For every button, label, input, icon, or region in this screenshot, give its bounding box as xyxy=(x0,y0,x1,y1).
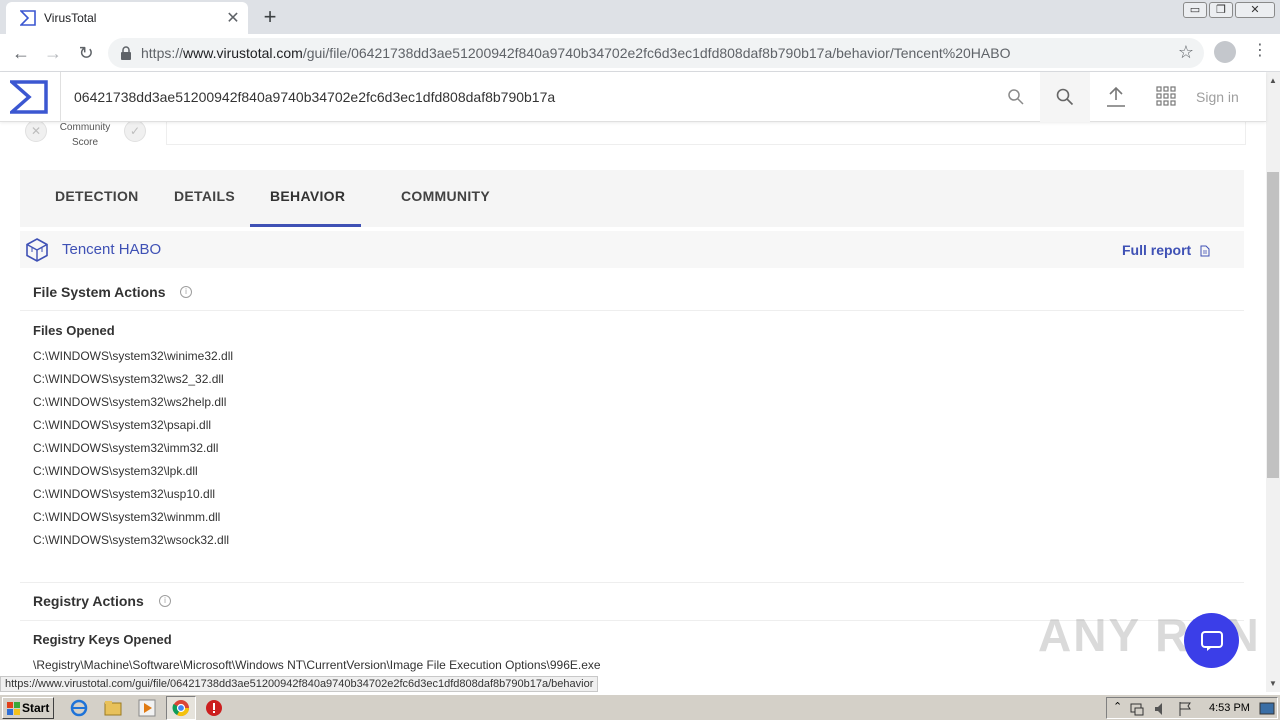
sandbox-name[interactable]: Tencent HABO xyxy=(62,241,161,258)
browser-toolbar: ← → ↻ https://www.virustotal.com/gui/fil… xyxy=(0,34,1280,72)
sign-in-link[interactable]: Sign in xyxy=(1196,89,1239,105)
start-button[interactable]: Start xyxy=(2,697,54,719)
search-icon xyxy=(1056,88,1074,106)
list-item: C:\WINDOWS\system32\wsock32.dll xyxy=(33,533,230,547)
upload-icon[interactable] xyxy=(1104,86,1128,108)
address-bar[interactable]: https://www.virustotal.com/gui/file/0642… xyxy=(108,38,1204,68)
chat-icon xyxy=(1201,631,1223,651)
scroll-up-arrow-icon[interactable]: ▲ xyxy=(1266,74,1280,88)
scrollbar-thumb[interactable] xyxy=(1267,172,1279,478)
registry-keys-opened-title: Registry Keys Opened xyxy=(33,632,172,647)
list-item: C:\WINDOWS\system32\imm32.dll xyxy=(33,441,219,455)
restore-button[interactable]: ❐ xyxy=(1209,2,1233,18)
tab-behavior[interactable]: BEHAVIOR xyxy=(270,188,345,204)
list-item: C:\WINDOWS\system32\lpk.dll xyxy=(33,464,198,478)
internet-explorer-icon[interactable] xyxy=(70,699,88,717)
list-item: \Registry\Machine\Software\Microsoft\Win… xyxy=(33,658,601,672)
virustotal-logo[interactable] xyxy=(10,78,48,116)
folder-icon[interactable] xyxy=(104,699,122,717)
list-item: C:\WINDOWS\system32\psapi.dll xyxy=(33,418,212,432)
back-button[interactable]: ← xyxy=(8,40,34,66)
stop-sign-icon[interactable] xyxy=(205,699,223,717)
info-icon[interactable]: i xyxy=(159,595,171,607)
search-icon[interactable] xyxy=(1007,88,1025,106)
start-label: Start xyxy=(22,701,50,715)
list-item: C:\WINDOWS\system32\winmm.dll xyxy=(33,510,221,524)
show-desktop-icon[interactable] xyxy=(1259,701,1275,717)
search-button[interactable] xyxy=(1040,72,1090,122)
link-status-bar: https://www.virustotal.com/gui/file/0642… xyxy=(0,676,599,692)
tab-close-icon[interactable]: ✕ xyxy=(224,8,242,28)
registry-actions-title: Registry Actions xyxy=(33,593,144,609)
reload-button[interactable]: ↻ xyxy=(73,40,99,66)
community-score-label: Community Score xyxy=(59,122,111,148)
divider xyxy=(20,310,1244,311)
flag-icon[interactable] xyxy=(1177,701,1193,717)
vt-header: 06421738dd3ae51200942f840a9740b34702e2fc… xyxy=(0,72,1266,122)
windows-taskbar: Start ⌃ 4:53 PM xyxy=(0,694,1280,720)
new-tab-button[interactable]: + xyxy=(258,4,282,30)
summary-card-edge xyxy=(166,122,1246,145)
browser-tab[interactable]: VirusTotal ✕ xyxy=(6,2,248,34)
tab-detection[interactable]: DETECTION xyxy=(55,188,139,204)
sandbox-cube-icon xyxy=(26,238,48,262)
system-tray: ⌃ 4:53 PM xyxy=(1106,697,1278,719)
active-tab-indicator xyxy=(250,224,361,227)
scroll-down-arrow-icon[interactable]: ▼ xyxy=(1266,677,1280,691)
vote-up-icon[interactable]: ✓ xyxy=(124,120,146,142)
virustotal-favicon xyxy=(20,10,36,26)
browser-menu-icon[interactable]: ⋮ xyxy=(1252,40,1268,60)
tab-details[interactable]: DETAILS xyxy=(174,188,235,204)
window-close-button[interactable]: ✕ xyxy=(1235,2,1275,18)
list-item: C:\WINDOWS\system32\usp10.dll xyxy=(33,487,216,501)
report-tabs: DETECTION DETAILS BEHAVIOR COMMUNITY xyxy=(20,170,1244,227)
tray-expand-icon[interactable]: ⌃ xyxy=(1113,700,1122,713)
files-opened-title: Files Opened xyxy=(33,323,115,338)
taskbar-chrome-button[interactable] xyxy=(166,696,196,720)
header-divider xyxy=(60,72,61,122)
url-text[interactable]: https://www.virustotal.com/gui/file/0642… xyxy=(141,45,1010,61)
minimize-button[interactable]: ▭ xyxy=(1183,2,1207,18)
browser-tab-strip: VirusTotal ✕ + ▭ ❐ ✕ xyxy=(0,0,1280,34)
windows-flag-icon xyxy=(7,702,20,715)
info-icon[interactable]: i xyxy=(180,286,192,298)
apps-grid-icon[interactable] xyxy=(1156,86,1176,106)
chat-button[interactable] xyxy=(1184,613,1239,668)
search-input[interactable]: 06421738dd3ae51200942f840a9740b34702e2fc… xyxy=(74,89,555,105)
full-report-link[interactable]: Full report xyxy=(1122,242,1191,258)
file-system-actions-title: File System Actions xyxy=(33,284,166,300)
sandbox-row: Tencent HABO Full report xyxy=(20,231,1244,268)
forward-button[interactable]: → xyxy=(40,40,66,66)
list-item: C:\WINDOWS\system32\ws2_32.dll xyxy=(33,372,224,386)
report-document-icon[interactable] xyxy=(1200,245,1210,257)
chrome-icon xyxy=(172,700,190,717)
bookmark-star-icon[interactable]: ☆ xyxy=(1178,42,1194,63)
tab-community[interactable]: COMMUNITY xyxy=(401,188,490,204)
media-player-icon[interactable] xyxy=(138,699,156,717)
list-item: C:\WINDOWS\system32\ws2help.dll xyxy=(33,395,227,409)
lock-icon xyxy=(121,46,131,60)
volume-icon[interactable] xyxy=(1153,701,1169,717)
vote-down-icon[interactable]: ✕ xyxy=(25,120,47,142)
network-icon[interactable] xyxy=(1129,701,1145,717)
list-item: C:\WINDOWS\system32\winime32.dll xyxy=(33,349,234,363)
profile-avatar[interactable] xyxy=(1214,41,1236,63)
clock: 4:53 PM xyxy=(1209,702,1250,714)
tab-title: VirusTotal xyxy=(44,11,97,25)
divider xyxy=(20,582,1244,583)
